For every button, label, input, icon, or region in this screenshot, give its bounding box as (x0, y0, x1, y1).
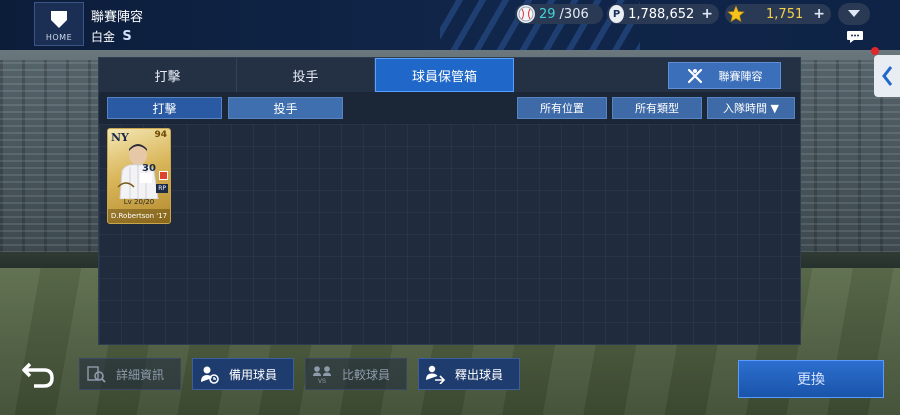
card-tag-icon (159, 171, 168, 180)
notification-dot (871, 47, 879, 55)
add-stars-icon[interactable]: + (813, 6, 825, 22)
rank-label: 白金 (91, 30, 116, 44)
stars-value: 1,751 (766, 6, 804, 22)
filter-position-dropdown[interactable]: 所有位置 (517, 97, 607, 119)
league-lineup-label: 聯賽陣容 (718, 69, 763, 83)
storage-panel: 打擊 投手 球員保管箱 聯賽陣容 打擊 投手 所有位置 所有類型 入隊時間 ▼ … (98, 57, 801, 345)
dropdown-menu-button[interactable] (838, 3, 870, 25)
main-tabs: 打擊 投手 球員保管箱 聯賽陣容 (99, 58, 800, 92)
points-value: 1,788,652 (628, 6, 695, 22)
card-level: Lv 20/20 (123, 198, 155, 206)
details-label: 詳細資訊 (116, 367, 165, 382)
reserve-player-button[interactable]: 備用球員 (192, 358, 294, 390)
home-label: HOME (45, 33, 73, 42)
jersey-number: 30 (142, 163, 156, 174)
tab-batting[interactable]: 打擊 (99, 58, 237, 92)
card-player-name: D.Robertson '17 (108, 209, 170, 223)
reserve-player-icon (201, 366, 219, 384)
home-plate-icon (51, 11, 67, 28)
reserve-player-label: 備用球員 (229, 367, 278, 382)
filter-pitching[interactable]: 投手 (228, 97, 343, 119)
crossed-bats-icon (687, 68, 702, 83)
sort-join-time-dropdown[interactable]: 入隊時間 ▼ (707, 97, 795, 119)
swap-button[interactable]: 更換 (738, 360, 884, 398)
side-panel-toggle[interactable] (874, 55, 900, 97)
rank-row: 白金 S (91, 28, 133, 45)
chat-icon[interactable] (846, 30, 864, 44)
league-lineup-button[interactable]: 聯賽陣容 (668, 62, 781, 89)
filter-batting[interactable]: 打擊 (107, 97, 222, 119)
page-title: 聯賽陣容 (91, 10, 144, 25)
player-card-grid: NY 94 30 RP Lv 20/20 D.Robertson '17 (99, 124, 800, 344)
search-details-icon (87, 366, 106, 383)
details-button[interactable]: 詳細資訊 (79, 358, 181, 390)
chevron-left-icon (882, 66, 893, 86)
filter-row: 打擊 投手 所有位置 所有類型 入隊時間 ▼ (99, 92, 800, 124)
star-icon (727, 5, 745, 23)
back-arrow-icon[interactable] (22, 360, 58, 388)
release-player-icon (426, 365, 445, 384)
home-button[interactable]: HOME (34, 2, 84, 46)
release-player-label: 釋出球員 (455, 367, 504, 382)
balls-total: /306 (559, 6, 589, 22)
filter-type-dropdown[interactable]: 所有類型 (612, 97, 702, 119)
card-position: RP (156, 184, 168, 193)
rank-badge: S (122, 29, 132, 44)
baseball-icon (517, 5, 535, 23)
release-player-button[interactable]: 釋出球員 (418, 358, 520, 390)
compare-players-label: 比較球員 (342, 367, 391, 382)
card-overall: 94 (154, 130, 167, 140)
tab-player-storage[interactable]: 球員保管箱 (375, 58, 514, 92)
points-counter[interactable]: P 1,788,652 + (607, 4, 719, 24)
chevron-down-icon (848, 10, 860, 17)
balls-current: 29 (539, 6, 556, 22)
balls-counter: 29 /306 (515, 4, 603, 24)
stars-counter[interactable]: 1,751 + (725, 4, 831, 24)
svg-text:VS: VS (318, 379, 326, 384)
points-icon: P (609, 5, 625, 23)
add-points-icon[interactable]: + (701, 6, 713, 22)
compare-players-icon: VS (313, 366, 331, 384)
player-card[interactable]: NY 94 30 RP Lv 20/20 D.Robertson '17 (107, 128, 171, 224)
tab-pitching[interactable]: 投手 (237, 58, 375, 92)
top-bar: HOME 聯賽陣容 白金 S 29 /306 P 1,788,652 + 1,7… (0, 0, 900, 50)
compare-players-button[interactable]: VS 比較球員 (305, 358, 407, 390)
